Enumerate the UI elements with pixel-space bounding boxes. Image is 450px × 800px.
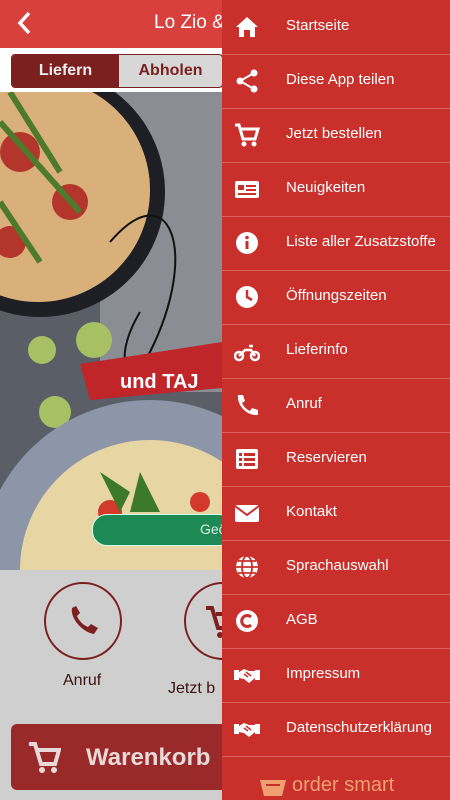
info-icon	[236, 232, 258, 254]
menu-item-label: Impressum	[286, 665, 361, 682]
menu-item-startseite[interactable]: Startseite	[222, 0, 450, 55]
navigation-drawer: Startseite Diese App teilen Jetzt bestel…	[222, 0, 450, 800]
menu-item-news[interactable]: Neuigkeiten	[222, 162, 450, 217]
news-icon	[235, 181, 259, 198]
share-icon	[236, 69, 258, 93]
menu-item-label: Datenschutzerklärung	[286, 719, 432, 736]
motorbike-icon	[234, 344, 260, 362]
menu-item-reserve[interactable]: Reservieren	[222, 432, 450, 487]
menu-item-call[interactable]: Anruf	[222, 378, 450, 433]
handshake-icon	[234, 723, 260, 737]
cart-icon	[29, 742, 61, 773]
cart-label: Warenkorb	[86, 744, 211, 771]
open-status-pill: Geö	[92, 514, 234, 546]
menu-item-opening-hours[interactable]: Öffnungszeiten	[222, 270, 450, 325]
home-icon	[236, 17, 258, 37]
hero-image: und TAJ	[0, 92, 222, 570]
menu-item-label: Startseite	[286, 17, 350, 34]
banner-text: und TAJ	[120, 371, 199, 393]
menu-item-label: Reservieren	[286, 449, 367, 466]
menu-item-label: Neuigkeiten	[286, 179, 366, 196]
globe-icon	[236, 555, 258, 579]
menu-item-label: Sprachauswahl	[286, 557, 389, 574]
menu-item-imprint[interactable]: Impressum	[222, 648, 450, 703]
menu-item-agb[interactable]: AGB	[222, 594, 450, 649]
cart-button[interactable]: Warenkorb	[11, 724, 251, 790]
menu-item-label: Jetzt bestellen	[286, 125, 382, 142]
list-icon	[236, 449, 258, 469]
phone-icon	[237, 395, 258, 416]
delivery-mode-toggle: Liefern Abholen	[11, 54, 223, 88]
copyright-icon	[236, 610, 258, 632]
chevron-left-icon	[17, 11, 31, 35]
tab-liefern[interactable]: Liefern	[12, 55, 119, 87]
menu-item-label: Kontakt	[286, 503, 337, 520]
menu-item-delivery-info[interactable]: Lieferinfo	[222, 324, 450, 379]
cart-icon	[235, 123, 260, 147]
brand-text: order smart	[292, 774, 395, 796]
phone-icon	[71, 606, 98, 634]
call-action-button[interactable]	[44, 582, 122, 660]
menu-item-label: Lieferinfo	[286, 341, 348, 358]
menu-item-label: Liste aller Zusatzstoffe	[286, 233, 436, 250]
menu-item-label: Öffnungszeiten	[286, 287, 387, 304]
order-smart-logo: order smart	[258, 774, 418, 800]
menu-item-language[interactable]: Sprachauswahl	[222, 540, 450, 595]
order-action-label: Jetzt b	[168, 680, 216, 697]
menu-item-label: AGB	[286, 611, 318, 628]
menu-item-contact[interactable]: Kontakt	[222, 486, 450, 541]
app-title: Lo Zio &	[154, 12, 225, 33]
tab-abholen[interactable]: Abholen	[119, 55, 222, 87]
order-smart-logo-icon	[260, 780, 286, 796]
mail-icon	[234, 505, 260, 522]
menu-item-additives[interactable]: Liste aller Zusatzstoffe	[222, 216, 450, 271]
menu-item-order[interactable]: Jetzt bestellen	[222, 108, 450, 163]
menu-item-label: Anruf	[286, 395, 322, 412]
handshake-icon	[234, 669, 260, 683]
back-button[interactable]	[10, 8, 40, 40]
call-action-label: Anruf	[63, 672, 102, 689]
clock-icon	[236, 286, 258, 308]
menu-item-privacy[interactable]: Datenschutzerklärung	[222, 702, 450, 757]
menu-item-share[interactable]: Diese App teilen	[222, 54, 450, 109]
menu-item-label: Diese App teilen	[286, 71, 395, 88]
